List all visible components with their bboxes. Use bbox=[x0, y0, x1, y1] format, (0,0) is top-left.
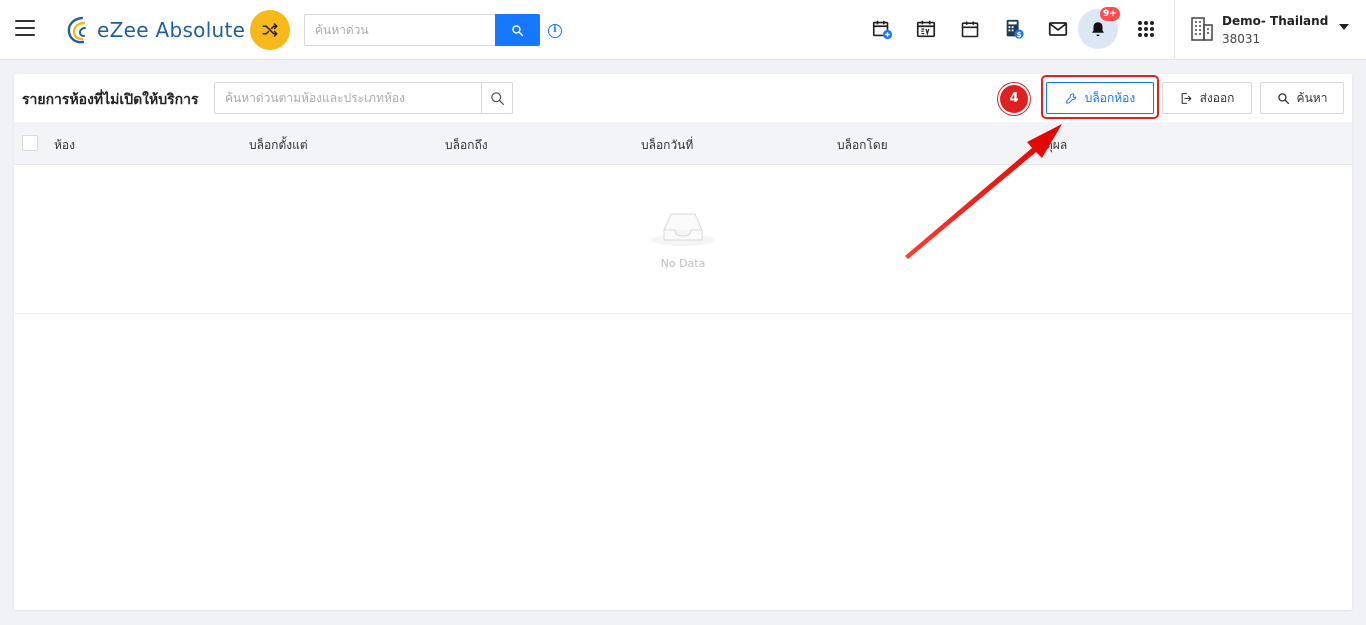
calendar-add-icon[interactable] bbox=[870, 17, 894, 41]
calculator-dollar-icon[interactable]: $ bbox=[1002, 17, 1026, 41]
column-blocked-by[interactable]: บล็อกโดย bbox=[837, 136, 888, 155]
export-button[interactable]: ส่งออก bbox=[1162, 82, 1252, 114]
logo[interactable]: eZee Absolute bbox=[65, 14, 245, 46]
apps-grid-icon[interactable] bbox=[1134, 17, 1158, 41]
column-blocked-to[interactable]: บล็อกถึง bbox=[445, 136, 488, 155]
shuffle-button[interactable] bbox=[250, 10, 290, 50]
notification-badge: 9+ bbox=[1100, 7, 1120, 21]
mail-icon[interactable] bbox=[1046, 17, 1070, 41]
search-icon bbox=[1277, 92, 1289, 104]
caret-down-icon[interactable] bbox=[1339, 24, 1349, 30]
out-of-order-panel: รายการห้องที่ไม่เปิดให้บริการ 4 บล็อกห้อ… bbox=[14, 74, 1352, 610]
column-blocked-date[interactable]: บล็อกวันที่ bbox=[641, 136, 693, 155]
building-icon bbox=[1191, 17, 1213, 41]
notifications-button[interactable]: 9+ bbox=[1078, 7, 1120, 49]
table-header: ห้อง บล็อกตั้งแต่ บล็อกถึง บล็อกวันที่ บ… bbox=[14, 122, 1352, 165]
empty-inbox-icon bbox=[651, 213, 715, 246]
empty-text: No Data bbox=[660, 257, 706, 270]
svg-text:$: $ bbox=[1016, 30, 1021, 39]
block-room-button[interactable]: บล็อกห้อง bbox=[1046, 82, 1154, 114]
column-room[interactable]: ห้อง bbox=[54, 136, 75, 155]
wrench-icon bbox=[1065, 92, 1077, 104]
quick-search-button[interactable] bbox=[495, 14, 540, 46]
export-icon bbox=[1181, 92, 1191, 104]
room-filter-button[interactable] bbox=[481, 82, 513, 114]
top-bar: eZee Absolute i bbox=[0, 0, 1366, 60]
calendar-icon[interactable] bbox=[958, 17, 982, 41]
hotel-name[interactable]: Demo- Thailand bbox=[1222, 14, 1328, 28]
block-room-label: บล็อกห้อง bbox=[1084, 90, 1136, 105]
room-filter-input[interactable] bbox=[214, 82, 482, 114]
shuffle-icon bbox=[262, 23, 278, 37]
column-reason[interactable]: เหตุผล bbox=[1033, 136, 1067, 155]
info-icon[interactable]: i bbox=[548, 24, 562, 38]
search-label: ค้นหา bbox=[1296, 90, 1328, 105]
search-button[interactable]: ค้นหา bbox=[1260, 82, 1344, 114]
brand-name: eZee Absolute bbox=[97, 18, 246, 42]
search-icon bbox=[512, 24, 524, 36]
calendar-ev-icon[interactable] bbox=[914, 17, 938, 41]
step-number-badge: 4 bbox=[1000, 85, 1028, 113]
bell-icon bbox=[1092, 22, 1104, 37]
export-label: ส่งออก bbox=[1199, 90, 1235, 105]
header-divider bbox=[1174, 0, 1175, 60]
column-blocked-from[interactable]: บล็อกตั้งแต่ bbox=[249, 136, 308, 155]
quick-search-input[interactable] bbox=[304, 14, 496, 46]
ezee-logo-icon bbox=[67, 16, 86, 44]
select-all-checkbox[interactable] bbox=[22, 135, 38, 151]
search-icon bbox=[490, 91, 504, 105]
hotel-id: 38031 bbox=[1222, 32, 1261, 46]
page-title: รายการห้องที่ไม่เปิดให้บริการ bbox=[22, 92, 199, 108]
empty-state: No Data bbox=[14, 166, 1352, 314]
menu-icon[interactable] bbox=[15, 20, 35, 38]
